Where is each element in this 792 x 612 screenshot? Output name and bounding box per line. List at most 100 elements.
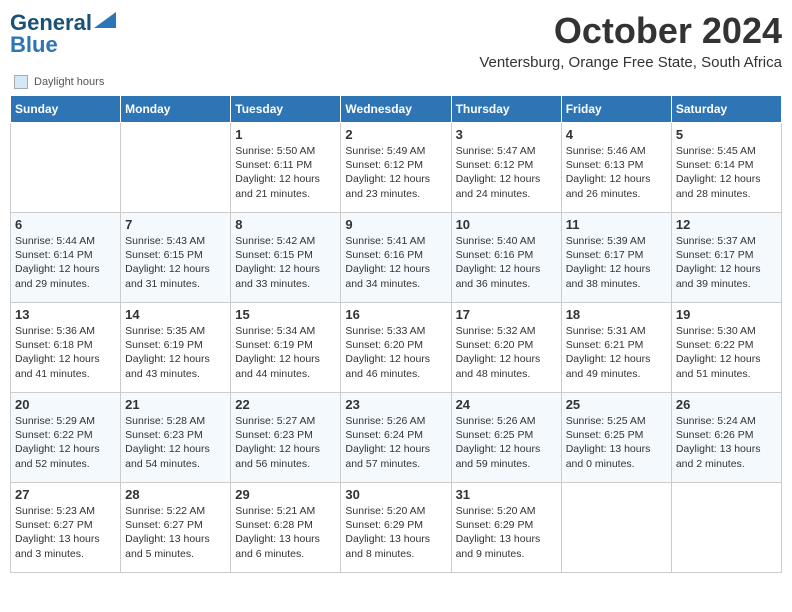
day-number: 9 <box>345 217 446 232</box>
title-block: October 2024 Ventersburg, Orange Free St… <box>479 10 782 71</box>
day-number: 28 <box>125 487 226 502</box>
day-number: 10 <box>456 217 557 232</box>
cell-content: Sunrise: 5:39 AM Sunset: 6:17 PM Dayligh… <box>566 234 667 291</box>
day-number: 27 <box>15 487 116 502</box>
calendar-cell: 17 Sunrise: 5:32 AM Sunset: 6:20 PM Dayli… <box>451 303 561 393</box>
cell-content: Sunrise: 5:43 AM Sunset: 6:15 PM Dayligh… <box>125 234 226 291</box>
calendar-cell <box>671 483 781 573</box>
day-number: 30 <box>345 487 446 502</box>
calendar-cell: 18 Sunrise: 5:31 AM Sunset: 6:21 PM Dayli… <box>561 303 671 393</box>
calendar-cell: 3 Sunrise: 5:47 AM Sunset: 6:12 PM Daylig… <box>451 123 561 213</box>
cell-content: Sunrise: 5:26 AM Sunset: 6:25 PM Dayligh… <box>456 414 557 471</box>
cell-content: Sunrise: 5:33 AM Sunset: 6:20 PM Dayligh… <box>345 324 446 381</box>
calendar-cell: 13 Sunrise: 5:36 AM Sunset: 6:18 PM Dayli… <box>11 303 121 393</box>
day-number: 15 <box>235 307 336 322</box>
day-number: 8 <box>235 217 336 232</box>
cell-content: Sunrise: 5:46 AM Sunset: 6:13 PM Dayligh… <box>566 144 667 201</box>
day-number: 17 <box>456 307 557 322</box>
header-monday: Monday <box>121 96 231 123</box>
calendar-cell: 26 Sunrise: 5:24 AM Sunset: 6:26 PM Dayli… <box>671 393 781 483</box>
cell-content: Sunrise: 5:21 AM Sunset: 6:28 PM Dayligh… <box>235 504 336 561</box>
day-number: 1 <box>235 127 336 142</box>
legend-label: Daylight hours <box>34 76 104 88</box>
day-number: 26 <box>676 397 777 412</box>
cell-content: Sunrise: 5:25 AM Sunset: 6:25 PM Dayligh… <box>566 414 667 471</box>
legend: Daylight hours <box>10 75 782 89</box>
cell-content: Sunrise: 5:45 AM Sunset: 6:14 PM Dayligh… <box>676 144 777 201</box>
day-number: 20 <box>15 397 116 412</box>
week-row-3: 20Sunrise: 5:29 AM Sunset: 6:22 PM Dayli… <box>11 393 782 483</box>
cell-content: Sunrise: 5:20 AM Sunset: 6:29 PM Dayligh… <box>456 504 557 561</box>
cell-content: Sunrise: 5:26 AM Sunset: 6:24 PM Dayligh… <box>345 414 446 471</box>
location-subtitle: Ventersburg, Orange Free State, South Af… <box>479 54 782 71</box>
calendar-cell: 23 Sunrise: 5:26 AM Sunset: 6:24 PM Dayli… <box>341 393 451 483</box>
day-number: 3 <box>456 127 557 142</box>
calendar-cell: 9Sunrise: 5:41 AM Sunset: 6:16 PM Daylig… <box>341 213 451 303</box>
day-number: 16 <box>345 307 446 322</box>
week-row-2: 13 Sunrise: 5:36 AM Sunset: 6:18 PM Dayli… <box>11 303 782 393</box>
legend-box <box>14 75 28 89</box>
calendar-cell <box>121 123 231 213</box>
logo-blue: Blue <box>10 32 58 58</box>
cell-content: Sunrise: 5:42 AM Sunset: 6:15 PM Dayligh… <box>235 234 336 291</box>
day-number: 22 <box>235 397 336 412</box>
week-row-1: 6 Sunrise: 5:44 AM Sunset: 6:14 PM Daylig… <box>11 213 782 303</box>
cell-content: Sunrise: 5:32 AM Sunset: 6:20 PM Dayligh… <box>456 324 557 381</box>
calendar-cell: 24Sunrise: 5:26 AM Sunset: 6:25 PM Dayli… <box>451 393 561 483</box>
cell-content: Sunrise: 5:30 AM Sunset: 6:22 PM Dayligh… <box>676 324 777 381</box>
day-number: 23 <box>345 397 446 412</box>
calendar-cell: 20Sunrise: 5:29 AM Sunset: 6:22 PM Dayli… <box>11 393 121 483</box>
day-number: 11 <box>566 217 667 232</box>
header-wednesday: Wednesday <box>341 96 451 123</box>
calendar-cell: 11 Sunrise: 5:39 AM Sunset: 6:17 PM Dayli… <box>561 213 671 303</box>
day-number: 18 <box>566 307 667 322</box>
calendar-table: SundayMondayTuesdayWednesdayThursdayFrid… <box>10 95 782 573</box>
cell-content: Sunrise: 5:28 AM Sunset: 6:23 PM Dayligh… <box>125 414 226 471</box>
header-friday: Friday <box>561 96 671 123</box>
calendar-cell: 27 Sunrise: 5:23 AM Sunset: 6:27 PM Dayli… <box>11 483 121 573</box>
week-row-4: 27 Sunrise: 5:23 AM Sunset: 6:27 PM Dayli… <box>11 483 782 573</box>
cell-content: Sunrise: 5:23 AM Sunset: 6:27 PM Dayligh… <box>15 504 116 561</box>
calendar-cell: 10 Sunrise: 5:40 AM Sunset: 6:16 PM Dayli… <box>451 213 561 303</box>
day-number: 14 <box>125 307 226 322</box>
calendar-cell <box>11 123 121 213</box>
calendar-cell: 1Sunrise: 5:50 AM Sunset: 6:11 PM Daylig… <box>231 123 341 213</box>
day-number: 6 <box>15 217 116 232</box>
calendar-cell: 4 Sunrise: 5:46 AM Sunset: 6:13 PM Daylig… <box>561 123 671 213</box>
calendar-cell: 29 Sunrise: 5:21 AM Sunset: 6:28 PM Dayli… <box>231 483 341 573</box>
calendar-cell: 12Sunrise: 5:37 AM Sunset: 6:17 PM Dayli… <box>671 213 781 303</box>
cell-content: Sunrise: 5:36 AM Sunset: 6:18 PM Dayligh… <box>15 324 116 381</box>
calendar-cell: 21Sunrise: 5:28 AM Sunset: 6:23 PM Dayli… <box>121 393 231 483</box>
cell-content: Sunrise: 5:22 AM Sunset: 6:27 PM Dayligh… <box>125 504 226 561</box>
header-thursday: Thursday <box>451 96 561 123</box>
cell-content: Sunrise: 5:44 AM Sunset: 6:14 PM Dayligh… <box>15 234 116 291</box>
calendar-cell: 2Sunrise: 5:49 AM Sunset: 6:12 PM Daylig… <box>341 123 451 213</box>
cell-content: Sunrise: 5:20 AM Sunset: 6:29 PM Dayligh… <box>345 504 446 561</box>
cell-content: Sunrise: 5:49 AM Sunset: 6:12 PM Dayligh… <box>345 144 446 201</box>
cell-content: Sunrise: 5:37 AM Sunset: 6:17 PM Dayligh… <box>676 234 777 291</box>
logo-icon <box>94 12 116 28</box>
day-number: 5 <box>676 127 777 142</box>
calendar-cell: 22 Sunrise: 5:27 AM Sunset: 6:23 PM Dayli… <box>231 393 341 483</box>
calendar-cell: 16 Sunrise: 5:33 AM Sunset: 6:20 PM Dayli… <box>341 303 451 393</box>
calendar-cell: 5 Sunrise: 5:45 AM Sunset: 6:14 PM Daylig… <box>671 123 781 213</box>
day-number: 25 <box>566 397 667 412</box>
calendar-header: SundayMondayTuesdayWednesdayThursdayFrid… <box>11 96 782 123</box>
calendar-cell: 6 Sunrise: 5:44 AM Sunset: 6:14 PM Daylig… <box>11 213 121 303</box>
cell-content: Sunrise: 5:47 AM Sunset: 6:12 PM Dayligh… <box>456 144 557 201</box>
header-saturday: Saturday <box>671 96 781 123</box>
day-number: 4 <box>566 127 667 142</box>
day-number: 29 <box>235 487 336 502</box>
day-number: 13 <box>15 307 116 322</box>
cell-content: Sunrise: 5:24 AM Sunset: 6:26 PM Dayligh… <box>676 414 777 471</box>
day-number: 31 <box>456 487 557 502</box>
calendar-cell: 30 Sunrise: 5:20 AM Sunset: 6:29 PM Dayli… <box>341 483 451 573</box>
calendar-body: 1Sunrise: 5:50 AM Sunset: 6:11 PM Daylig… <box>11 123 782 573</box>
cell-content: Sunrise: 5:27 AM Sunset: 6:23 PM Dayligh… <box>235 414 336 471</box>
calendar-cell: 14Sunrise: 5:35 AM Sunset: 6:19 PM Dayli… <box>121 303 231 393</box>
cell-content: Sunrise: 5:31 AM Sunset: 6:21 PM Dayligh… <box>566 324 667 381</box>
cell-content: Sunrise: 5:40 AM Sunset: 6:16 PM Dayligh… <box>456 234 557 291</box>
month-title: October 2024 <box>479 10 782 52</box>
calendar-cell: 31 Sunrise: 5:20 AM Sunset: 6:29 PM Dayli… <box>451 483 561 573</box>
calendar-cell: 7Sunrise: 5:43 AM Sunset: 6:15 PM Daylig… <box>121 213 231 303</box>
